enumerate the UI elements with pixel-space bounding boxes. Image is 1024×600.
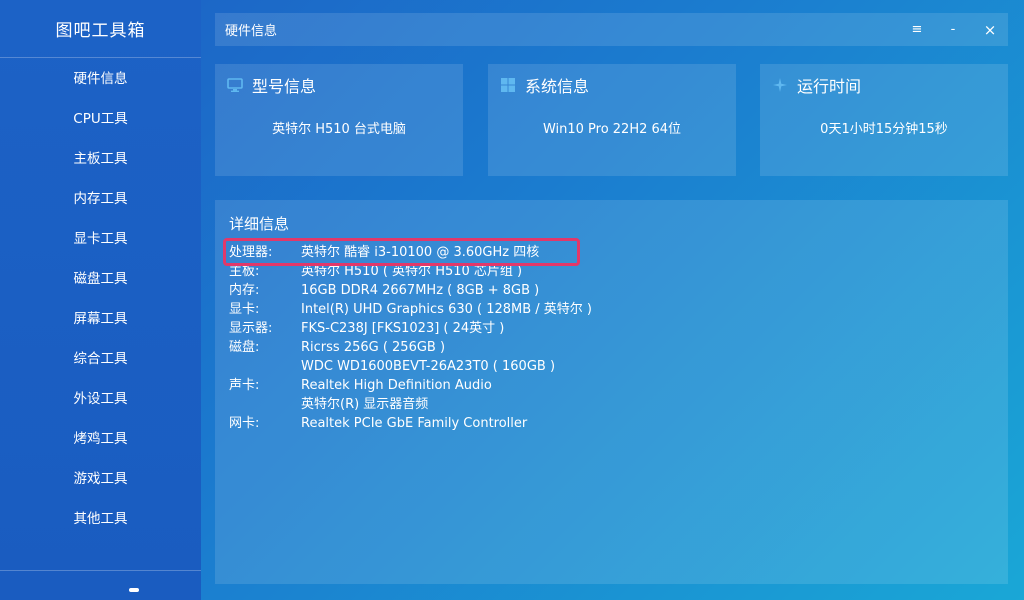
model-info-header: 型号信息 [227,74,316,96]
detail-key: 内存: [229,283,260,298]
window-titlebar: 硬件信息 ≡ - × [215,13,1008,46]
sidebar-scroll-indicator[interactable] [129,588,139,592]
model-info-card: 型号信息 英特尔 H510 台式电脑 [215,64,463,176]
app-title: 图吧工具箱 [0,0,201,58]
sidebar-item-general-tools[interactable]: 综合工具 [0,337,201,377]
detail-value: 16GB DDR4 2667MHz ( 8GB + 8GB ) [301,283,540,298]
sidebar-item-cpu-tools[interactable]: CPU工具 [0,97,201,137]
processor-highlight-box [223,238,580,266]
sidebar-item-stress-test-tools[interactable]: 烤鸡工具 [0,417,201,457]
sidebar-item-motherboard-tools[interactable]: 主板工具 [0,137,201,177]
sidebar-item-disk-tools[interactable]: 磁盘工具 [0,257,201,297]
detail-key: 显卡: [229,302,260,317]
window-title: 硬件信息 [225,24,278,39]
detail-value: Realtek PCIe GbE Family Controller [301,416,528,431]
uptime-title: 运行时间 [797,77,862,96]
sidebar-nav: 硬件信息 CPU工具 主板工具 内存工具 显卡工具 磁盘工具 屏幕工具 综合工具… [0,57,201,537]
sidebar-item-peripheral-tools[interactable]: 外设工具 [0,377,201,417]
sidebar-item-game-tools[interactable]: 游戏工具 [0,457,201,497]
close-button[interactable]: × [972,13,1008,46]
detail-value: 英特尔(R) 显示器音频 [301,397,429,412]
sparkle-icon [772,77,788,93]
detail-key: 网卡: [229,416,260,431]
model-info-title: 型号信息 [252,77,317,96]
uptime-header: 运行时间 [772,74,861,96]
detail-value: FKS-C238J [FKS1023] ( 24英寸 ) [301,321,505,336]
detail-key: 显示器: [229,321,273,336]
system-info-card: 系统信息 Win10 Pro 22H2 64位 [488,64,736,176]
uptime-card: 运行时间 0天1小时15分钟15秒 [760,64,1008,176]
model-info-value: 英特尔 H510 台式电脑 [272,122,406,137]
detail-value: Realtek High Definition Audio [301,378,492,393]
sidebar: 图吧工具箱 硬件信息 CPU工具 主板工具 内存工具 显卡工具 磁盘工具 屏幕工… [0,0,201,600]
detail-key: 声卡: [229,378,260,393]
sidebar-item-screen-tools[interactable]: 屏幕工具 [0,297,201,337]
detail-key: 磁盘: [229,340,260,355]
monitor-icon [227,77,243,93]
sidebar-item-memory-tools[interactable]: 内存工具 [0,177,201,217]
sidebar-item-other-tools[interactable]: 其他工具 [0,497,201,537]
sidebar-item-hardware-info[interactable]: 硬件信息 [0,57,201,97]
detail-value: Intel(R) UHD Graphics 630 ( 128MB / 英特尔 … [301,302,593,317]
system-info-title: 系统信息 [525,77,590,96]
system-info-value: Win10 Pro 22H2 64位 [542,122,682,137]
detail-value: WDC WD1600BEVT-26A23T0 ( 160GB ) [301,359,556,374]
detail-value: Ricrss 256G ( 256GB ) [301,340,446,355]
sidebar-item-gpu-tools[interactable]: 显卡工具 [0,217,201,257]
sidebar-divider [0,570,201,571]
uptime-value: 0天1小时15分钟15秒 [820,122,948,137]
detail-info-title: 详细信息 [229,215,290,233]
menu-button[interactable]: ≡ [899,13,935,46]
windows-logo-icon [500,77,516,93]
system-info-header: 系统信息 [500,74,589,96]
minimize-button[interactable]: - [935,13,971,46]
